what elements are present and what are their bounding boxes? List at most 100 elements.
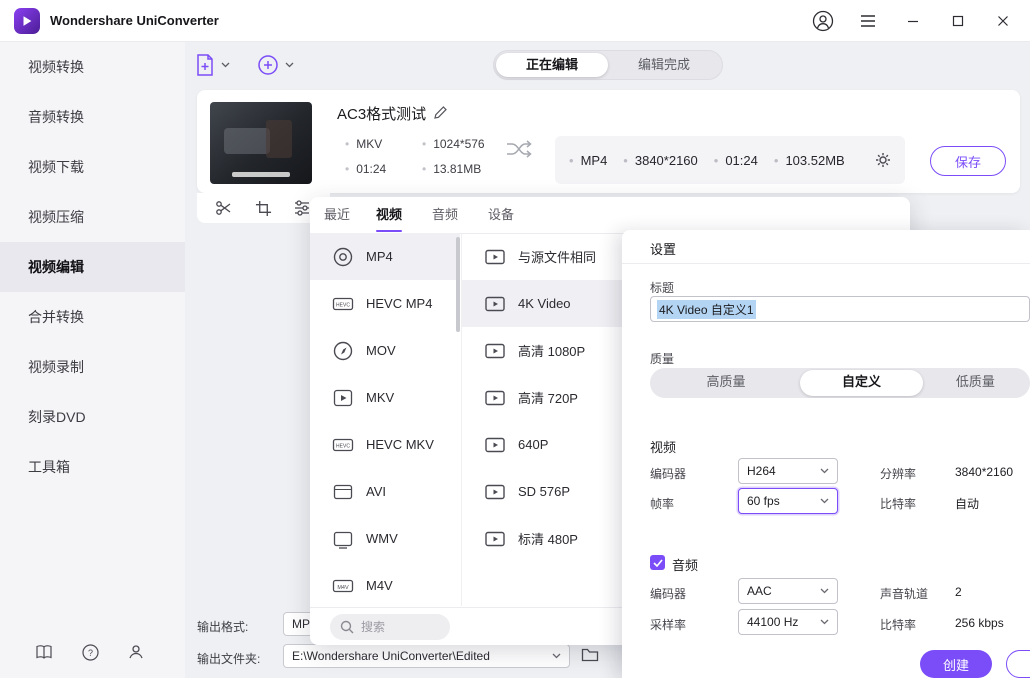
chevron-down-icon [285,62,294,68]
rename-pencil-icon[interactable] [433,105,448,125]
framerate-select[interactable]: 60 fps [738,488,838,514]
search-icon [340,620,354,634]
resolution-item-1080p[interactable]: 高清 1080P [462,327,622,374]
tab-editing[interactable]: 正在编辑 [496,53,608,77]
format-item-m4v[interactable]: M4V M4V [310,562,460,609]
encoder-value: H264 [747,464,776,478]
convert-arrows-icon [505,138,533,165]
document-plus-icon [194,53,216,77]
resolution-item-sd-576p[interactable]: SD 576P [462,468,622,515]
quality-segments: 高质量 自定义 低质量 [650,368,1030,398]
wmv-screen-icon [332,528,354,550]
effects-sliders-icon[interactable] [292,198,312,218]
format-item-avi[interactable]: AVI [310,468,460,515]
svg-text:M4V: M4V [337,584,349,590]
output-folder-select[interactable]: E:\Wondershare UniConverter\Edited [283,644,570,668]
create-button[interactable]: 创建 [920,650,992,678]
tab-finished[interactable]: 编辑完成 [608,53,720,77]
resolution-item-same-as-source[interactable]: 与源文件相同 [462,233,622,280]
format-item-mp4[interactable]: MP4 [310,233,460,280]
audio-checkbox[interactable] [650,555,665,570]
settings-panel: 设置 标题 4K Video 自定义1 质量 高质量 自定义 低质量 视频 编码… [622,230,1030,678]
sidebar-item-audio-convert[interactable]: 音频转换 [0,92,185,142]
preset-title-input[interactable]: 4K Video 自定义1 [650,296,1030,322]
m4v-badge-icon: M4V [332,575,354,597]
trim-scissors-icon[interactable] [214,198,234,218]
format-item-mov[interactable]: MOV [310,327,460,374]
output-settings-gear-icon[interactable] [875,152,891,168]
guide-book-icon[interactable] [34,642,54,662]
open-folder-icon[interactable] [581,647,599,668]
format-label: MOV [366,343,396,358]
mov-compass-icon [332,340,354,362]
tab-recent[interactable]: 最近 [324,197,350,232]
close-button[interactable] [990,8,1016,34]
quality-low-option[interactable]: 低质量 [923,370,1028,396]
sidebar-item-burn-dvd[interactable]: 刻录DVD [0,392,185,442]
format-search-box[interactable] [330,614,450,640]
resolution-item-640p[interactable]: 640P [462,421,622,468]
save-button[interactable]: 保存 [930,146,1006,176]
titlebar: Wondershare UniConverter [0,0,1030,42]
display-play-icon [484,340,506,362]
samplerate-select[interactable]: 44100 Hz [738,609,838,635]
output-format-label: 输出格式: [197,618,248,635]
audio-channels-label: 声音轨道 [880,585,928,602]
display-play-icon [484,246,506,268]
format-item-wmv[interactable]: WMV [310,515,460,562]
quality-custom-option[interactable]: 自定义 [800,370,923,396]
samplerate-value: 44100 Hz [747,615,798,629]
thumbnail-shape [224,128,270,154]
audio-section-label: 音频 [672,555,698,574]
resolution-item-720p[interactable]: 高清 720P [462,374,622,421]
format-label: HEVC MKV [366,437,434,452]
output-resolution: 3840*2160 [623,153,697,168]
app-title: Wondershare UniConverter [50,13,219,28]
audio-encoder-select[interactable]: AAC [738,578,838,604]
edit-state-tabs: 正在编辑 编辑完成 [493,50,723,80]
bitrate-value: 自动 [955,495,979,512]
tab-device[interactable]: 设备 [488,197,514,232]
app-logo-icon [14,8,40,34]
audio-encoder-value: AAC [747,584,772,598]
format-item-hevc-mp4[interactable]: HEVC HEVC MP4 [310,280,460,327]
resolution-setting-value: 3840*2160 [955,465,1013,479]
sidebar-item-video-compress[interactable]: 视频压缩 [0,192,185,242]
output-format: MP4 [569,153,607,168]
menu-icon[interactable] [855,8,881,34]
audio-bitrate-value: 256 kbps [955,616,1004,630]
format-item-mkv[interactable]: MKV [310,374,460,421]
sidebar-item-screen-record[interactable]: 视频录制 [0,342,185,392]
secondary-button[interactable] [1006,650,1030,678]
maximize-button[interactable] [945,8,971,34]
contact-person-icon[interactable] [126,642,146,662]
framerate-label: 帧率 [650,495,674,512]
video-thumbnail[interactable] [210,102,312,184]
add-file-button[interactable] [194,50,230,80]
minimize-button[interactable] [900,8,926,34]
resolution-item-4k[interactable]: 4K Video [462,280,622,327]
sidebar-item-video-edit[interactable]: 视频编辑 [0,242,185,292]
encoder-select[interactable]: H264 [738,458,838,484]
format-list-scrollbar[interactable] [456,237,460,332]
add-preset-button[interactable] [256,50,294,80]
format-label: AVI [366,484,386,499]
sidebar-item-merge-convert[interactable]: 合并转换 [0,292,185,342]
encoder-label: 编码器 [650,465,686,482]
sidebar-item-video-convert[interactable]: 视频转换 [0,42,185,92]
search-input[interactable] [361,620,437,634]
format-item-hevc-mkv[interactable]: HEVC HEVC MKV [310,421,460,468]
tab-audio[interactable]: 音频 [432,197,458,232]
crop-icon[interactable] [253,198,273,218]
chevron-down-icon [820,619,829,625]
sidebar-item-video-download[interactable]: 视频下载 [0,142,185,192]
resolution-item-480p[interactable]: 标清 480P [462,515,622,562]
help-icon[interactable]: ? [80,642,100,662]
mp4-lens-icon [332,246,354,268]
quality-high-option[interactable]: 高质量 [652,370,800,396]
display-play-icon [484,293,506,315]
tab-video[interactable]: 视频 [376,197,402,232]
sidebar-item-toolbox[interactable]: 工具箱 [0,442,185,492]
resolution-label: 高清 720P [518,388,578,407]
account-avatar-icon[interactable] [810,8,836,34]
